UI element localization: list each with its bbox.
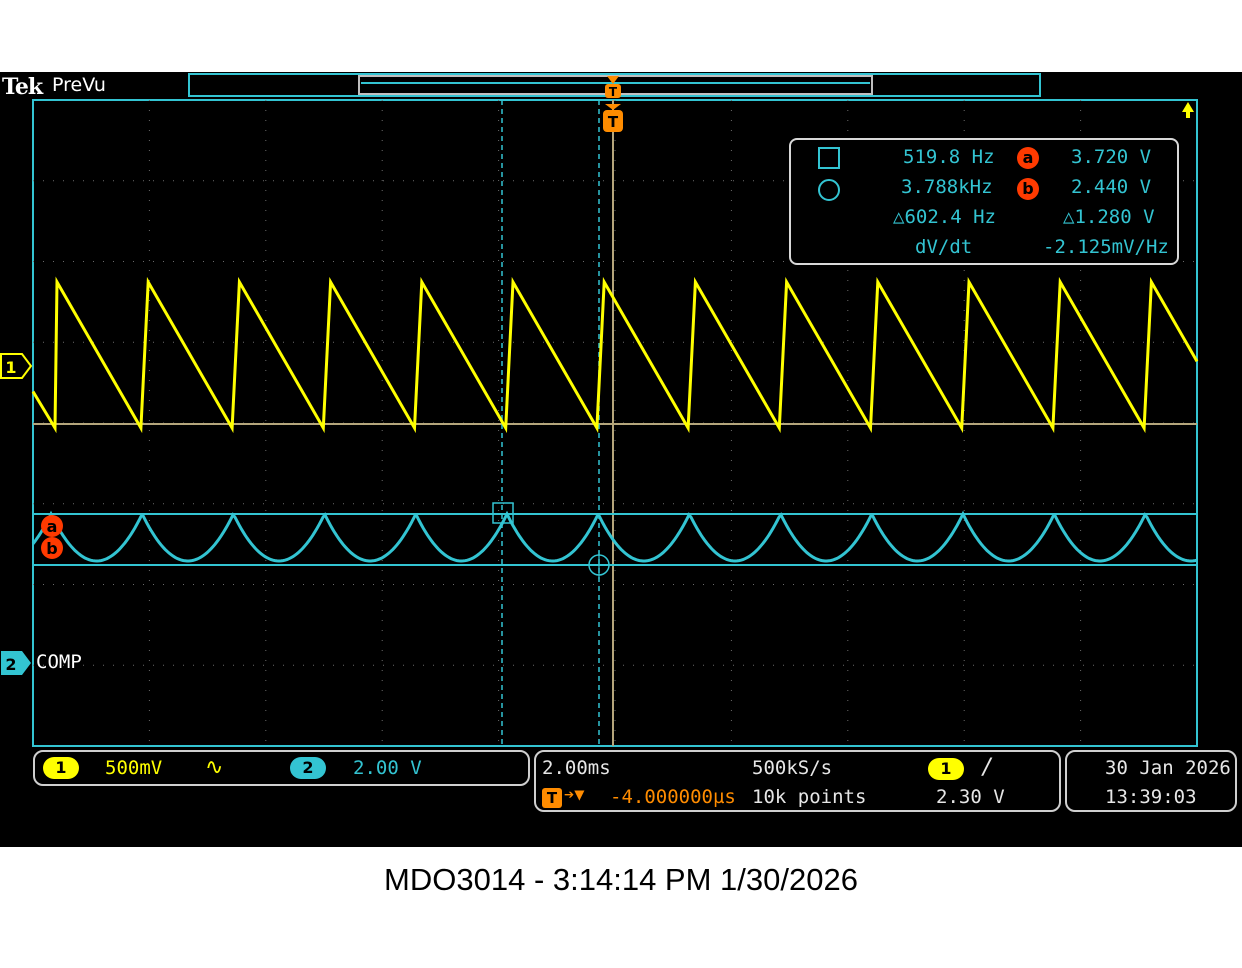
circle-cursor-icon (818, 179, 840, 201)
trigger-marker-small-label: T (609, 85, 618, 99)
ch1-badge: 1 (43, 757, 79, 779)
screenshot-caption: MDO3014 - 3:14:14 PM 1/30/2026 (384, 862, 858, 897)
delta-frequency: △602.4 Hz (893, 206, 996, 228)
trigger-level[interactable]: 2.30 V (936, 786, 1005, 808)
delta-voltage: △1.280 V (1063, 206, 1155, 228)
timebase[interactable]: 2.00ms (542, 757, 611, 779)
ch2-badge: 2 (290, 757, 326, 779)
ch2-position-marker-label: 2 (5, 655, 16, 674)
ch1-scale[interactable]: 500mV (105, 757, 162, 779)
rising-edge-icon: / (981, 755, 995, 780)
sample-rate: 500kS/s (752, 757, 833, 779)
cursor-b-marker-label: b (46, 539, 57, 558)
datetime-panel: 30 Jan 2026 13:39:03 (1065, 750, 1237, 812)
trigger-position-marker-label: T (608, 113, 619, 131)
trigger-delay-icon: T (542, 788, 562, 808)
vertical-settings-panel[interactable]: 1 500mV ∿ 2 2.00 V (33, 750, 530, 786)
trigger-level-arrow-icon (1182, 102, 1194, 118)
cursor-a-marker-label: a (47, 517, 58, 536)
readout-a-marker: a (1017, 147, 1039, 169)
cursor-a-value: 3.720 V (1071, 146, 1152, 168)
ch2-scale[interactable]: 2.00 V (353, 757, 422, 779)
ch1-waveform (31, 276, 1199, 434)
trigger-marker-arrow (605, 104, 621, 110)
time: 13:39:03 (1105, 786, 1197, 808)
delay-arrow-icon: ➔▼ (564, 785, 585, 805)
cursor-b-value: 2.440 V (1071, 176, 1152, 198)
ch2-waveform (31, 510, 1198, 563)
record-length[interactable]: 10k points (752, 786, 866, 808)
vbar1-frequency: 519.8 Hz (903, 146, 995, 168)
square-cursor-icon (818, 147, 840, 169)
readout-b-marker: b (1017, 178, 1039, 200)
ch2-label: COMP (36, 651, 82, 673)
slope-label: dV/dt (915, 236, 973, 258)
ac-coupling-icon: ∿ (205, 755, 224, 780)
horizontal-delay[interactable]: -4.000000µs (610, 786, 736, 808)
ch1-position-marker-label: 1 (5, 358, 16, 377)
trigger-source-badge: 1 (928, 758, 964, 780)
vbar2-frequency: 3.788kHz (901, 176, 993, 198)
slope-value: -2.125mV/Hz (1043, 236, 1169, 258)
cursor-readout-panel[interactable]: 519.8 Hz 3.788kHz △602.4 Hz dV/dt a b 3.… (789, 138, 1179, 265)
cursor-readout-icons (818, 147, 840, 201)
horizontal-trigger-panel[interactable]: 2.00ms T ➔▼ -4.000000µs 500kS/s 10k poin… (534, 750, 1061, 812)
date: 30 Jan 2026 (1105, 757, 1231, 779)
